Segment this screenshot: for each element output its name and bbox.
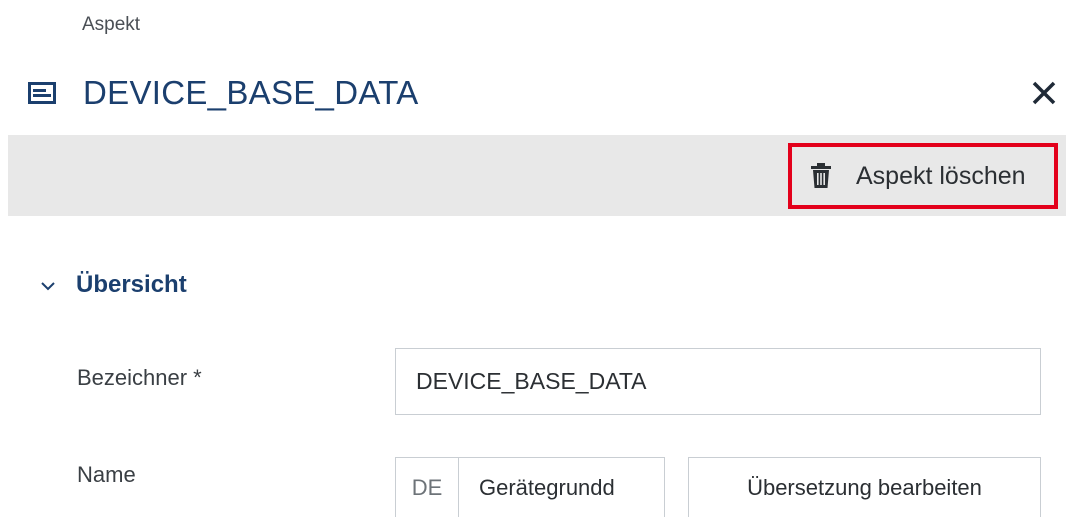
delete-aspect-button[interactable]: Aspekt löschen — [788, 143, 1058, 209]
toolbar: Aspekt löschen — [8, 135, 1066, 216]
chevron-down-icon — [40, 279, 56, 291]
breadcrumb: Aspekt — [82, 14, 141, 35]
aspect-card-icon — [28, 82, 56, 104]
title-row: DEVICE_BASE_DATA — [28, 70, 1058, 116]
section-overview-toggle[interactable]: Übersicht — [40, 268, 187, 302]
language-tag: DE — [396, 458, 459, 517]
name-label: Name — [77, 462, 136, 487]
trash-icon — [810, 163, 832, 189]
page-title: DEVICE_BASE_DATA — [83, 74, 419, 111]
delete-aspect-label: Aspekt löschen — [856, 161, 1026, 190]
name-input[interactable]: Gerätegrundd — [459, 458, 664, 517]
close-icon[interactable] — [1030, 79, 1058, 107]
edit-translation-button[interactable]: Übersetzung bearbeiten — [688, 457, 1041, 517]
bezeichner-label: Bezeichner * — [77, 365, 202, 390]
bezeichner-input[interactable]: DEVICE_BASE_DATA — [395, 348, 1041, 415]
section-title: Übersicht — [76, 271, 187, 298]
name-field: DE Gerätegrundd — [395, 457, 665, 517]
